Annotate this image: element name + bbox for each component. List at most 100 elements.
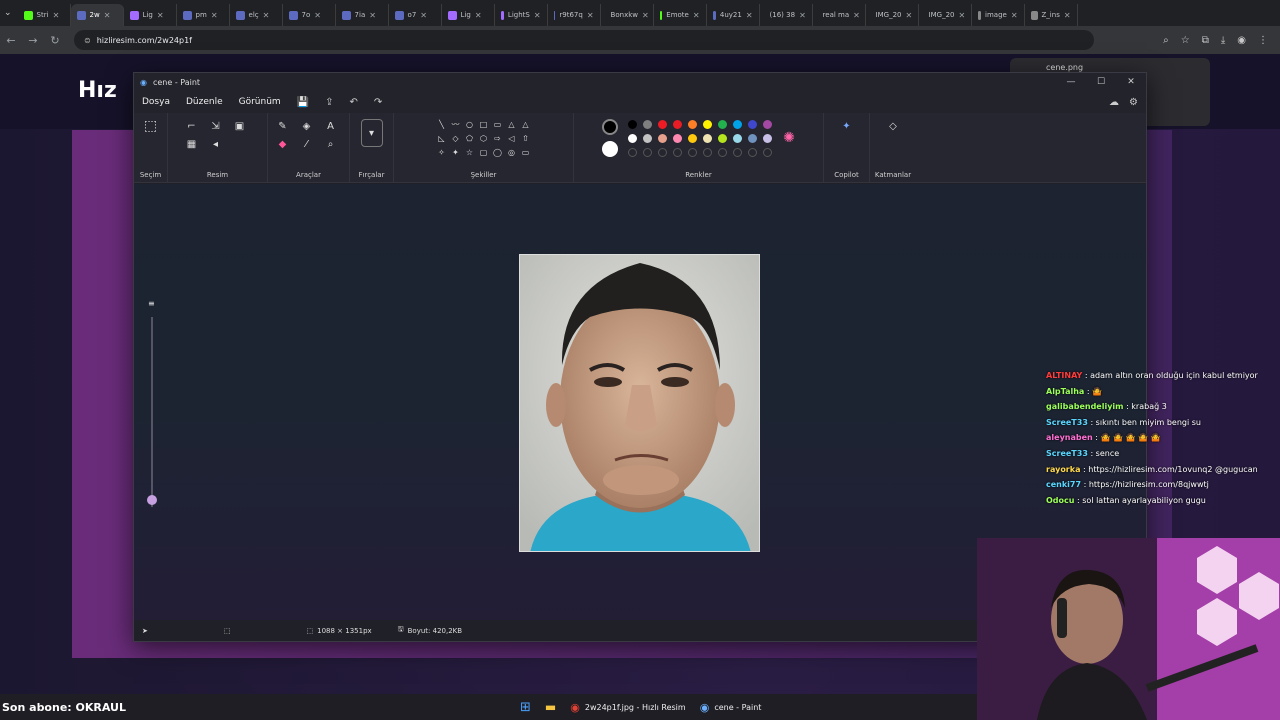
eraser-icon[interactable]: ◆: [275, 137, 291, 151]
shape-icon[interactable]: 〰: [451, 119, 461, 129]
shape-icon[interactable]: ⬠: [465, 133, 475, 143]
color-swatch[interactable]: [643, 133, 653, 143]
zoom-icon[interactable]: ⌕: [1163, 35, 1169, 46]
copilot-icon[interactable]: ✦: [839, 119, 855, 133]
color-swatch[interactable]: [733, 133, 743, 143]
color-picker-icon[interactable]: ⁄: [299, 137, 315, 151]
minimize-icon[interactable]: —: [1056, 77, 1086, 87]
tab-close-icon[interactable]: ✕: [53, 11, 60, 20]
tab-close-icon[interactable]: ✕: [369, 11, 376, 20]
save-icon[interactable]: 💾: [297, 97, 309, 108]
tab-close-icon[interactable]: ✕: [157, 11, 164, 20]
fill-bucket-icon[interactable]: ◈: [299, 119, 315, 133]
reload-icon[interactable]: ↻: [44, 34, 66, 47]
bookmark-star-icon[interactable]: ☆: [1181, 35, 1190, 46]
browser-tab[interactable]: IMG_20 ✕: [866, 4, 919, 26]
download-icon[interactable]: ⤓: [1221, 35, 1225, 46]
shape-icon[interactable]: ◺: [437, 133, 447, 143]
browser-tab[interactable]: Z_ins ✕: [1025, 4, 1078, 26]
browser-tab[interactable]: Emote ✕: [654, 4, 707, 26]
color-wheel-icon[interactable]: ✺: [783, 130, 795, 146]
tab-close-icon[interactable]: ✕: [958, 11, 965, 20]
image-ai-icon[interactable]: ▣: [232, 119, 248, 133]
extensions-icon[interactable]: ⧉: [1202, 35, 1209, 46]
browser-tab[interactable]: Lig ✕: [124, 4, 177, 26]
tab-close-icon[interactable]: ✕: [211, 11, 218, 20]
shape-icon[interactable]: ⬡: [479, 133, 489, 143]
browser-tab[interactable]: image ✕: [972, 4, 1025, 26]
menu-file[interactable]: Dosya: [142, 97, 170, 107]
shape-icon[interactable]: ◇: [451, 133, 461, 143]
windows-start-icon[interactable]: ⊞: [520, 700, 531, 715]
browser-tab[interactable]: o7 ✕: [389, 4, 442, 26]
primary-color-swatch[interactable]: [602, 119, 619, 135]
taskbar-chrome[interactable]: ◉ 2w24p1f.jpg - Hızlı Resim: [570, 701, 685, 714]
tab-close-icon[interactable]: ✕: [104, 11, 111, 20]
color-swatch[interactable]: [748, 119, 758, 129]
color-swatch[interactable]: [703, 119, 713, 129]
browser-tab[interactable]: 4uy21 ✕: [707, 4, 760, 26]
browser-tab[interactable]: Bonxkw ✕: [601, 4, 654, 26]
color-swatch[interactable]: [688, 133, 698, 143]
shape-icon[interactable]: ⇧: [521, 133, 531, 143]
selection-rectangle-icon[interactable]: ⬚: [143, 118, 159, 134]
shape-icon[interactable]: ◁: [507, 133, 517, 143]
color-swatch[interactable]: [673, 133, 683, 143]
chat-username[interactable]: rayorka: [1046, 465, 1080, 474]
browser-tab[interactable]: r9t67q ✕: [548, 4, 601, 26]
chat-username[interactable]: cenki77: [1046, 480, 1081, 489]
shape-icon[interactable]: ☆: [465, 147, 475, 157]
browser-tab[interactable]: IMG_20 ✕: [919, 4, 972, 26]
chat-username[interactable]: galibabendeliyim: [1046, 402, 1124, 411]
brush-icon[interactable]: ▾: [360, 119, 383, 147]
color-swatch[interactable]: [673, 119, 683, 129]
custom-color-slot[interactable]: [748, 147, 758, 157]
custom-color-slot[interactable]: [688, 147, 698, 157]
url-bar[interactable]: ⊜ hizliresim.com/2w24p1f: [74, 30, 1094, 50]
shape-icon[interactable]: △: [521, 119, 531, 129]
browser-tab[interactable]: LightS ✕: [495, 4, 548, 26]
file-explorer-icon[interactable]: ▬: [545, 700, 556, 714]
menu-edit[interactable]: Düzenle: [186, 97, 223, 107]
shape-icon[interactable]: ▭: [521, 147, 531, 157]
cloud-icon[interactable]: ☁: [1109, 97, 1119, 108]
color-swatch[interactable]: [718, 133, 728, 143]
browser-tab[interactable]: Stri ✕: [18, 4, 71, 26]
custom-color-slot[interactable]: [733, 147, 743, 157]
color-swatch[interactable]: [628, 133, 638, 143]
crop-icon[interactable]: ⌐: [184, 119, 200, 133]
custom-color-slot[interactable]: [718, 147, 728, 157]
close-icon[interactable]: ✕: [1116, 77, 1146, 87]
canvas-image[interactable]: [519, 254, 760, 552]
tab-close-icon[interactable]: ✕: [799, 11, 806, 20]
browser-tab[interactable]: 7o ✕: [283, 4, 336, 26]
color-swatch[interactable]: [748, 133, 758, 143]
custom-color-slot[interactable]: [628, 147, 638, 157]
browser-tab[interactable]: Lig ✕: [442, 4, 495, 26]
browser-tab[interactable]: 7ia ✕: [336, 4, 389, 26]
shape-icon[interactable]: △: [507, 119, 517, 129]
color-swatch[interactable]: [688, 119, 698, 129]
custom-color-slot[interactable]: [643, 147, 653, 157]
back-icon[interactable]: ←: [0, 34, 22, 47]
secondary-color-swatch[interactable]: [602, 141, 619, 157]
redo-icon[interactable]: ↷: [374, 97, 382, 108]
color-swatch[interactable]: [733, 119, 743, 129]
tab-close-icon[interactable]: ✕: [1064, 11, 1071, 20]
rotate-icon[interactable]: ◂: [208, 137, 224, 151]
tab-search-icon[interactable]: ⌄: [4, 8, 12, 18]
shape-icon[interactable]: ▢: [479, 147, 489, 157]
color-swatch[interactable]: [643, 119, 653, 129]
tab-close-icon[interactable]: ✕: [746, 11, 753, 20]
menu-view[interactable]: Görünüm: [239, 97, 281, 107]
tab-close-icon[interactable]: ✕: [587, 11, 594, 20]
chat-username[interactable]: ALTINAY: [1046, 371, 1082, 380]
color-swatch[interactable]: [658, 133, 668, 143]
forward-icon[interactable]: →: [22, 34, 44, 47]
chat-username[interactable]: Odocu: [1046, 496, 1074, 505]
tab-close-icon[interactable]: ✕: [853, 11, 860, 20]
custom-color-slot[interactable]: [673, 147, 683, 157]
taskbar-paint[interactable]: ◉ cene - Paint: [700, 701, 762, 714]
custom-color-slot[interactable]: [763, 147, 773, 157]
browser-tab[interactable]: elç ✕: [230, 4, 283, 26]
